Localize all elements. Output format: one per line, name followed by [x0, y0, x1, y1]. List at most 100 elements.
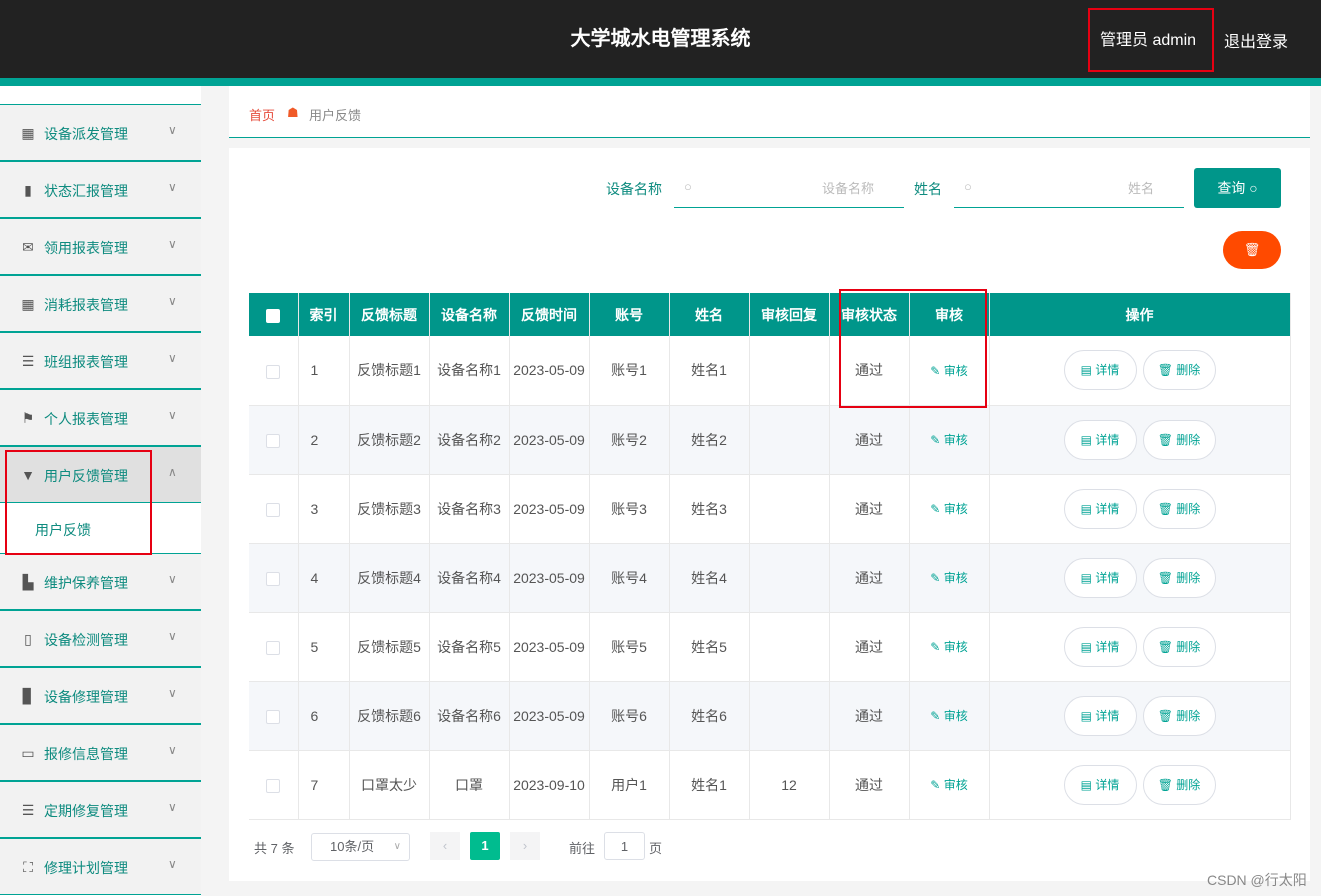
column-header: 反馈时间: [509, 293, 590, 336]
audit-link[interactable]: ✎ 审核: [930, 433, 967, 447]
sidebar-item[interactable]: ☰ 定期修复管理 ∨: [0, 781, 201, 838]
audit-link[interactable]: ✎ 审核: [930, 709, 967, 723]
row-checkbox[interactable]: [266, 709, 281, 724]
row-checkbox[interactable]: [266, 502, 281, 517]
audit-link[interactable]: ✎ 审核: [930, 502, 967, 516]
delete-button[interactable]: 🗑 删除: [1142, 350, 1216, 391]
trash-icon: 🗑: [1243, 242, 1261, 257]
table-row: 2 反馈标题2 设备名称2 2023-05-09 账号2 姓名2 通过 ✎ 审核 ▤ 详情 🗑 删…: [249, 405, 1291, 475]
detail-button[interactable]: ▤ 详情: [1063, 626, 1137, 667]
sidebar-item[interactable]: ☰ 班组报表管理 ∨: [0, 332, 201, 389]
audit-link[interactable]: ✎ 审核: [930, 364, 967, 378]
row-select-cell: [249, 681, 299, 751]
sidebar-item[interactable]: ⛶ 修理计划管理 ∨: [0, 838, 201, 895]
audit-link-label: 审核: [943, 433, 968, 447]
delete-button[interactable]: 🗑 删除: [1142, 695, 1216, 736]
frame-icon: ⛶: [23, 859, 33, 875]
sidebar-item[interactable]: ▊ 设备修理管理 ∨: [0, 667, 201, 724]
logout-button[interactable]: 退出登录: [1224, 28, 1288, 52]
goto-label: 前往: [569, 841, 596, 856]
delete-button[interactable]: 🗑 删除: [1142, 764, 1216, 805]
device-name-field: ○: [674, 168, 904, 208]
device-name-input[interactable]: [704, 176, 874, 200]
row-checkbox[interactable]: [266, 571, 281, 586]
delete-button[interactable]: 🗑 删除: [1142, 626, 1216, 667]
chat-icon: ▭: [21, 745, 35, 761]
sidebar-item[interactable]: ▯ 设备检测管理 ∨: [0, 610, 201, 667]
list-icon: ☰: [21, 353, 35, 369]
cell-name: 姓名2: [669, 405, 750, 475]
chevron-down-icon: ∨: [393, 841, 401, 852]
goto-page-input[interactable]: [604, 832, 645, 860]
row-checkbox[interactable]: [266, 364, 281, 379]
query-button[interactable]: 查询 ○: [1194, 168, 1281, 208]
detail-button[interactable]: ▤ 详情: [1063, 350, 1137, 391]
sidebar-item[interactable]: ▮ 状态汇报管理 ∨: [0, 161, 201, 218]
row-checkbox[interactable]: [266, 433, 281, 448]
column-header: 审核状态: [829, 293, 910, 336]
delete-button[interactable]: 🗑 删除: [1142, 488, 1216, 529]
chevron-right-icon: ›: [522, 838, 528, 853]
cell-title: 反馈标题3: [349, 474, 430, 544]
sidebar-item[interactable]: ✉ 领用报表管理 ∨: [0, 218, 201, 275]
next-page-button[interactable]: ›: [510, 832, 540, 860]
document-icon: ▤: [1080, 570, 1096, 585]
trash-icon: 🗑: [1157, 363, 1177, 378]
sidebar-item[interactable]: ▙ 维护保养管理 ∨: [0, 553, 201, 610]
feedback-icon: ▼: [21, 467, 35, 483]
page-number-current[interactable]: 1: [470, 832, 500, 860]
detail-button[interactable]: ▤ 详情: [1063, 695, 1137, 736]
cell-name: 姓名5: [669, 612, 750, 682]
sidebar-subitem-user-feedback[interactable]: 用户反馈: [0, 503, 201, 553]
edit-icon: ✎: [930, 571, 944, 585]
mail-icon: ✉: [22, 239, 34, 255]
cell-audit: ✎ 审核: [909, 612, 990, 682]
sidebar-item-label: 设备检测管理: [44, 632, 128, 648]
sidebar-item[interactable]: ▼ 用户反馈管理 ∧: [0, 446, 201, 503]
detail-button-label: 详情: [1095, 363, 1120, 378]
row-checkbox[interactable]: [266, 778, 281, 793]
cell-actions: ▤ 详情 🗑 删除: [989, 612, 1291, 682]
table-row: 1 反馈标题1 设备名称1 2023-05-09 账号1 姓名1 通过 ✎ 审核 ▤ 详情 🗑 删…: [249, 336, 1291, 406]
sidebar-item[interactable]: ▦ 消耗报表管理 ∨: [0, 275, 201, 332]
delete-button[interactable]: 🗑 删除: [1142, 557, 1216, 598]
cell-actions: ▤ 详情 🗑 删除: [989, 405, 1291, 475]
chevron-down-icon: ∨: [168, 800, 177, 814]
sidebar-item[interactable]: ▭ 报修信息管理 ∨: [0, 724, 201, 781]
sidebar-item[interactable]: ▦ 设备派发管理 ∨: [0, 104, 201, 161]
breadcrumb-home[interactable]: 首页: [249, 105, 275, 124]
cell-time: 2023-05-09: [509, 681, 590, 751]
table-row: 4 反馈标题4 设备名称4 2023-05-09 账号4 姓名4 通过 ✎ 审核 ▤ 详情 🗑 删…: [249, 543, 1291, 613]
trash-icon: 🗑: [1157, 639, 1177, 654]
sidebar-item[interactable]: ⚑ 个人报表管理 ∨: [0, 389, 201, 446]
row-checkbox[interactable]: [266, 640, 281, 655]
edit-icon: ✎: [930, 778, 944, 792]
page-size-select[interactable]: 10条/页 ∨: [311, 833, 410, 861]
cell-reply: [749, 474, 830, 544]
detail-button[interactable]: ▤ 详情: [1063, 764, 1137, 805]
cell-actions: ▤ 详情 🗑 删除: [989, 681, 1291, 751]
audit-link-label: 审核: [943, 363, 968, 378]
cell-status: 通过: [829, 405, 910, 475]
detail-button[interactable]: ▤ 详情: [1063, 488, 1137, 529]
name-input[interactable]: [984, 176, 1154, 200]
audit-link[interactable]: ✎ 审核: [930, 640, 967, 654]
detail-button[interactable]: ▤ 详情: [1063, 419, 1137, 460]
detail-button[interactable]: ▤ 详情: [1063, 557, 1137, 598]
delete-button[interactable]: 🗑 删除: [1142, 419, 1216, 460]
search-icon: ○: [1249, 180, 1258, 196]
row-select-cell: [249, 336, 299, 406]
table-row: 5 反馈标题5 设备名称5 2023-05-09 账号5 姓名5 通过 ✎ 审核 ▤ 详情 🗑 删…: [249, 612, 1291, 682]
cell-status: 通过: [829, 612, 910, 682]
grid-icon: ▦: [21, 125, 35, 141]
audit-link[interactable]: ✎ 审核: [930, 778, 967, 792]
column-header: 设备名称: [429, 293, 510, 336]
cell-audit: ✎ 审核: [909, 750, 990, 820]
prev-page-button[interactable]: ‹: [430, 832, 460, 860]
flag-icon: ⚑: [21, 410, 35, 426]
audit-link[interactable]: ✎ 审核: [930, 571, 967, 585]
cell-audit: ✎ 审核: [909, 681, 990, 751]
cell-status: 通过: [829, 681, 910, 751]
select-all-checkbox[interactable]: [266, 308, 281, 323]
batch-delete-button[interactable]: 🗑: [1223, 231, 1281, 269]
